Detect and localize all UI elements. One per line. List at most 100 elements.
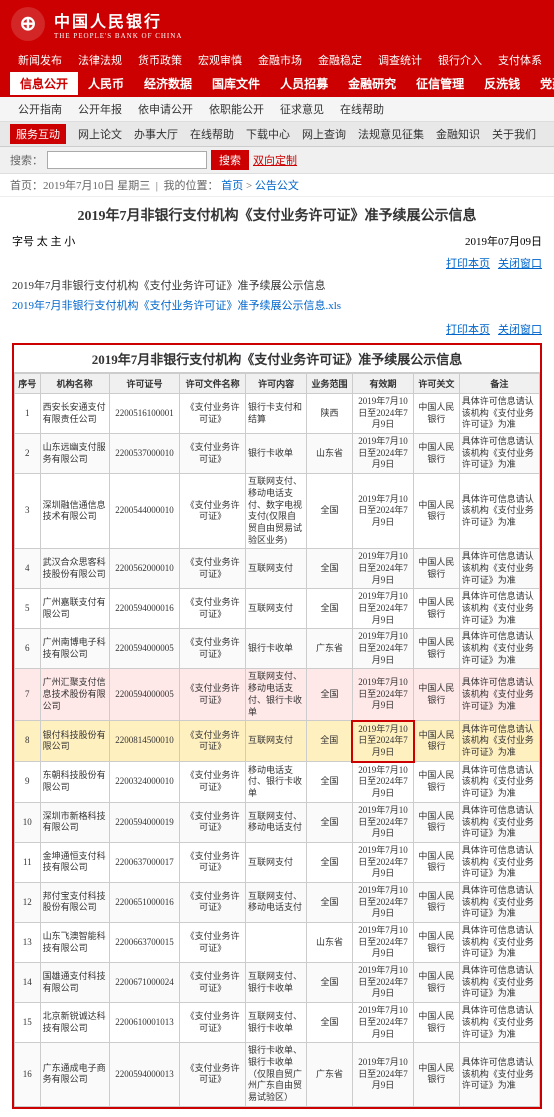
service-query[interactable]: 网上查询 xyxy=(296,124,352,144)
nav-sub-duty[interactable]: 依职能公开 xyxy=(201,99,272,119)
cell-num: 6 xyxy=(15,629,41,669)
cell-num: 2 xyxy=(15,434,41,474)
nav-main-rmb[interactable]: 人民币 xyxy=(78,72,134,95)
doc-author: 字号 太 主 小 xyxy=(12,233,75,249)
breadcrumb-home[interactable]: 首页 xyxy=(221,180,243,192)
col-content: 许可内容 xyxy=(246,374,307,394)
nav-top-payment[interactable]: 支付体系 xyxy=(490,48,550,72)
cell-doc: 《支付业务许可证》 xyxy=(180,629,246,669)
main-content: 2019年7月非银行支付机构《支付业务许可证》准予续展公示信息 字号 太 主 小… xyxy=(0,197,554,1117)
cell-doc: 《支付业务许可证》 xyxy=(180,549,246,589)
nav-sub-guide[interactable]: 公开指南 xyxy=(10,99,70,119)
nav-sub-report[interactable]: 公开年报 xyxy=(70,99,130,119)
breadcrumb-notices[interactable]: 公告公文 xyxy=(255,180,299,192)
custom-link[interactable]: 双向定制 xyxy=(253,152,297,168)
nav-top-currency[interactable]: 货币政策 xyxy=(130,48,190,72)
cell-name: 北京新锐诚达科技有限公司 xyxy=(40,1003,109,1043)
nav-top-stability[interactable]: 金融稳定 xyxy=(310,48,370,72)
cell-auth: 中国人民银行 xyxy=(414,963,460,1003)
nav-top-finance[interactable]: 金融市场 xyxy=(250,48,310,72)
cell-doc: 《支付业务许可证》 xyxy=(180,963,246,1003)
cell-note: 具体许可信息请认该机构《支付业务许可证》为准 xyxy=(459,629,539,669)
print-link-top[interactable]: 打印本页 xyxy=(446,255,490,271)
cell-scope: 全国 xyxy=(307,842,353,882)
cell-scope: 广东省 xyxy=(307,1043,353,1106)
table-row: 2山东远幽支付服务有限公司2200537000010《支付业务许可证》银行卡收单… xyxy=(15,434,540,474)
top-nav: 新闻发布 法律法规 货币政策 宏观审慎 金融市场 金融稳定 调查统计 银行介入 … xyxy=(0,48,554,72)
search-input[interactable] xyxy=(47,151,207,169)
cell-scope: 全国 xyxy=(307,963,353,1003)
nav-sub-opinion[interactable]: 征求意见 xyxy=(272,99,332,119)
nav-top-survey[interactable]: 调查统计 xyxy=(370,48,430,72)
nav-sub-help[interactable]: 在线帮助 xyxy=(332,99,392,119)
service-download[interactable]: 下载中心 xyxy=(240,124,296,144)
close-link-bottom[interactable]: 关闭窗口 xyxy=(498,321,542,337)
col-note: 备注 xyxy=(459,374,539,394)
cell-note: 具体许可信息请认该机构《支付业务许可证》为准 xyxy=(459,963,539,1003)
cell-content: 互联网支付 xyxy=(246,721,307,762)
nav-main-treasury[interactable]: 国库文件 xyxy=(202,72,270,95)
cell-content: 银行卡收单 xyxy=(246,434,307,474)
cell-scope: 全国 xyxy=(307,721,353,762)
cell-permit: 2200610001013 xyxy=(109,1003,180,1043)
cell-scope: 全国 xyxy=(307,589,353,629)
cell-valid: 2019年7月10日至2024年7月9日 xyxy=(352,434,413,474)
nav-main-info[interactable]: 信息公开 xyxy=(10,72,78,95)
service-opinion[interactable]: 法规意见征集 xyxy=(352,124,430,144)
search-button[interactable]: 搜索 xyxy=(211,150,249,170)
cell-content: 银行卡收单 xyxy=(246,629,307,669)
nav-main-recruit[interactable]: 人员招募 xyxy=(270,72,338,95)
nav-main-aml[interactable]: 反洗钱 xyxy=(474,72,530,95)
nav-main-party[interactable]: 党建工作 xyxy=(530,72,554,95)
nav-top-news[interactable]: 新闻发布 xyxy=(10,48,70,72)
nav-main-credit[interactable]: 征信管理 xyxy=(406,72,474,95)
service-about[interactable]: 关于我们 xyxy=(486,124,542,144)
close-link-top[interactable]: 关闭窗口 xyxy=(498,255,542,271)
cell-permit: 2200324000010 xyxy=(109,762,180,803)
print-link-bottom[interactable]: 打印本页 xyxy=(446,321,490,337)
col-valid: 有效期 xyxy=(352,374,413,394)
cell-content: 银行卡支付和结算 xyxy=(246,394,307,434)
cell-name: 山东飞澳智能科技有限公司 xyxy=(40,923,109,963)
table-row: 13山东飞澳智能科技有限公司2200663700015《支付业务许可证》山东省2… xyxy=(15,923,540,963)
nav-main-research[interactable]: 金融研究 xyxy=(338,72,406,95)
service-hall[interactable]: 办事大厅 xyxy=(128,124,184,144)
cell-num: 5 xyxy=(15,589,41,629)
nav-main-econ[interactable]: 经济数据 xyxy=(134,72,202,95)
breadcrumb-location: 我的位置： xyxy=(163,180,218,192)
bank-logo-icon: ⊕ xyxy=(10,6,46,42)
table-row: 12邦付宝支付科技股份有限公司2200651000016《支付业务许可证》互联网… xyxy=(15,882,540,922)
breadcrumb-date: 2019年7月10日 星期三 xyxy=(43,180,150,192)
doc-meta: 字号 太 主 小 2019年07月09日 xyxy=(12,233,542,249)
nav-top-law[interactable]: 法律法规 xyxy=(70,48,130,72)
table-row: 1西安长安通支付有限责任公司2200516100001《支付业务许可证》银行卡支… xyxy=(15,394,540,434)
nav-top-macro[interactable]: 宏观审慎 xyxy=(190,48,250,72)
nav-sub-request[interactable]: 依申请公开 xyxy=(130,99,201,119)
cell-auth: 中国人民银行 xyxy=(414,629,460,669)
service-help[interactable]: 在线帮助 xyxy=(184,124,240,144)
cell-permit: 2200594000019 xyxy=(109,802,180,842)
cell-valid: 2019年7月10日至2024年7月9日 xyxy=(352,549,413,589)
cell-permit: 2200537000010 xyxy=(109,434,180,474)
logo-area: ⊕ 中国人民银行 THE PEOPLE'S BANK OF CHINA xyxy=(10,6,182,42)
service-online[interactable]: 网上论文 xyxy=(72,124,128,144)
col-auth: 许可关文 xyxy=(414,374,460,394)
cell-permit: 2200516100001 xyxy=(109,394,180,434)
cell-auth: 中国人民银行 xyxy=(414,394,460,434)
cell-doc: 《支付业务许可证》 xyxy=(180,923,246,963)
cell-num: 3 xyxy=(15,474,41,549)
cell-num: 7 xyxy=(15,669,41,721)
cell-auth: 中国人民银行 xyxy=(414,474,460,549)
table-row: 16广东通成电子商务有限公司2200594000013《支付业务许可证》银行卡收… xyxy=(15,1043,540,1106)
cell-num: 8 xyxy=(15,721,41,762)
cell-name: 广东通成电子商务有限公司 xyxy=(40,1043,109,1106)
nav-top-banking[interactable]: 银行介入 xyxy=(430,48,490,72)
cell-valid: 2019年7月10日至2024年7月9日 xyxy=(352,923,413,963)
nav-top-tech[interactable]: 金融科技 xyxy=(550,48,554,72)
cell-note: 具体许可信息请认该机构《支付业务许可证》为准 xyxy=(459,882,539,922)
table-row: 8银付科技股份有限公司2200814500010《支付业务许可证》互联网支付全国… xyxy=(15,721,540,762)
cell-content: 互联网支付、移动电话支付、数字电视支付(仅限自贸自由贸易试验区业务) xyxy=(246,474,307,549)
cell-auth: 中国人民银行 xyxy=(414,842,460,882)
service-knowledge[interactable]: 金融知识 xyxy=(430,124,486,144)
doc-file-link[interactable]: 2019年7月非银行支付机构《支付业务许可证》准予续展公示信息.xls xyxy=(12,297,542,313)
